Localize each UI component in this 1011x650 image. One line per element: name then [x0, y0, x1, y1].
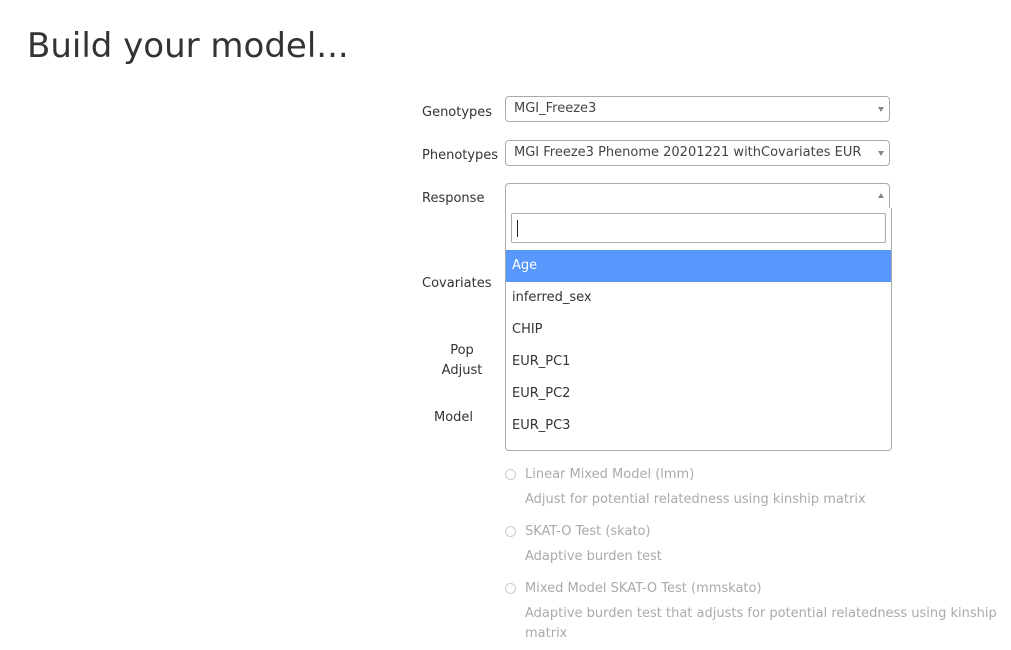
response-option-chip[interactable]: CHIP [506, 314, 891, 346]
response-dropdown: Age inferred_sex CHIP EUR_PC1 EUR_PC2 EU… [505, 208, 892, 451]
response-option-eur-pc3[interactable]: EUR_PC3 [506, 410, 891, 442]
skato-option-description: Adaptive burden test [525, 549, 662, 564]
response-search-input[interactable] [511, 213, 886, 243]
pop-adjust-label-line2: Adjust [441, 363, 483, 378]
lmm-option-name: Linear Mixed Model (lmm) [525, 467, 695, 482]
mmskato-radio[interactable] [505, 583, 516, 594]
genotypes-select[interactable]: MGI_Freeze3 [505, 96, 890, 122]
skato-option-name: SKAT-O Test (skato) [525, 524, 651, 539]
pop-adjust-label-line1: Pop [450, 343, 474, 358]
phenotypes-select[interactable]: MGI Freeze3 Phenome 20201221 withCovaria… [505, 140, 890, 166]
mmskato-option-description: Adaptive burden test that adjusts for po… [525, 606, 997, 641]
phenotypes-selected-value: MGI Freeze3 Phenome 20201221 withCovaria… [514, 145, 862, 160]
skato-radio[interactable] [505, 526, 516, 537]
lmm-radio[interactable] [505, 469, 516, 480]
covariates-label: Covariates [422, 276, 492, 291]
pop-adjust-label: Pop Adjust [432, 341, 492, 381]
response-option-eur-pc2[interactable]: EUR_PC2 [506, 378, 891, 410]
mmskato-option-name: Mixed Model SKAT-O Test (mmskato) [525, 581, 762, 596]
genotypes-label: Genotypes [422, 105, 493, 120]
lmm-option-description: Adjust for potential relatedness using k… [525, 492, 866, 507]
response-label: Response [422, 191, 485, 206]
response-option-inferred-sex[interactable]: inferred_sex [506, 282, 891, 314]
response-option-age[interactable]: Age [506, 250, 891, 282]
phenotypes-label: Phenotypes [422, 148, 499, 163]
chevron-up-icon [878, 193, 884, 198]
text-caret [517, 220, 518, 237]
genotypes-selected-value: MGI_Freeze3 [514, 101, 597, 116]
chevron-down-icon [878, 107, 884, 112]
page-title: Build your model... [27, 26, 349, 66]
response-option-eur-pc1[interactable]: EUR_PC1 [506, 346, 891, 378]
chevron-down-icon [878, 151, 884, 156]
response-select[interactable] [505, 183, 890, 209]
model-label: Model [434, 410, 474, 425]
